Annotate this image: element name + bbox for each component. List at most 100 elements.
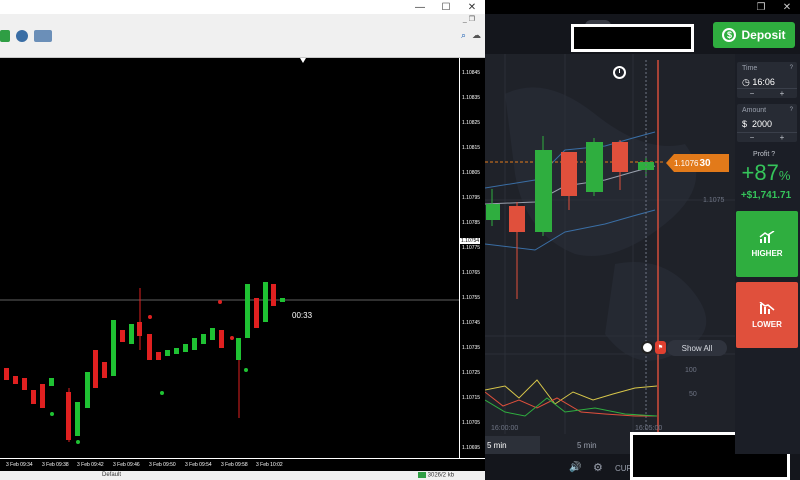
- time-label: Time: [742, 65, 758, 72]
- oscillator-line-yellow: [485, 379, 658, 405]
- cloud-icon[interactable]: ☁: [472, 30, 481, 41]
- timeframe-option-selected[interactable]: 5 min: [485, 436, 540, 454]
- restore-icon[interactable]: ❐: [748, 0, 774, 14]
- mt-title-bar: — ☐ ✕: [0, 0, 485, 14]
- mt-candle-chart[interactable]: 00:33: [0, 58, 459, 458]
- timeframe-1-label: 5 min: [487, 440, 507, 450]
- chart-canvas: 1.1075 100 50 16:00:00 16:05:00: [485, 54, 735, 434]
- amount-box[interactable]: Amount ? $ 2000 − +: [737, 104, 797, 142]
- price-tick: 1.10815: [462, 145, 481, 151]
- axis-price-label: 1.1075: [703, 197, 725, 204]
- timeframe-option[interactable]: 5 min: [577, 436, 617, 454]
- higher-label: HIGHER: [751, 249, 783, 258]
- mt-inner-controls: _ ❐: [463, 15, 475, 23]
- osc-level-50: 50: [689, 391, 697, 398]
- higher-button[interactable]: HIGHER: [736, 211, 798, 277]
- show-all-label: Show All: [681, 343, 713, 353]
- candle: [586, 142, 603, 192]
- mt-time-axis: 3 Feb 09:34 3 Feb 09:38 3 Feb 09:42 3 Fe…: [0, 458, 485, 471]
- price-flag-prefix: 1.1076: [674, 158, 699, 168]
- price-tick: 1.10755: [462, 295, 481, 301]
- profit-percent-sign: %: [778, 168, 791, 183]
- close-icon[interactable]: ✕: [774, 0, 800, 14]
- oscillator-line-red: [485, 391, 657, 417]
- current-price-flag: 1.1076 30: [666, 154, 729, 172]
- time-tick: 3 Feb 09:42: [77, 462, 104, 468]
- price-tick: 1.10715: [462, 395, 481, 401]
- time-value-text: 16:06: [752, 77, 775, 87]
- deposit-button[interactable]: $ Deposit: [713, 22, 795, 48]
- finish-flag-icon: ⚑: [655, 341, 666, 354]
- mt-toolbar: _ ❐ ⌕ ☁: [0, 14, 485, 58]
- search-icon[interactable]: ⌕: [461, 30, 466, 41]
- candle: [612, 142, 628, 172]
- time-tick: 3 Feb 09:54: [185, 462, 212, 468]
- screen: ❐ ✕ $ Deposit 1.1075 100 50 16:00:00 16:…: [0, 0, 800, 480]
- price-tick: 1.10745: [462, 320, 481, 326]
- browser-window-controls: ❐ ✕: [748, 0, 800, 14]
- trade-panel: Time ? ◷ 16:06 − + Amount ? $ 2000 − + P…: [735, 54, 800, 454]
- stopwatch-icon: [613, 66, 626, 79]
- status-traffic: 3026/2 kb: [418, 472, 454, 479]
- price-tick: 1.10805: [462, 170, 481, 176]
- time-plus-button[interactable]: +: [767, 89, 797, 98]
- help-icon[interactable]: ?: [790, 65, 793, 71]
- oscillator-line-green: [485, 397, 658, 417]
- status-traffic-text: 3026/2 kb: [427, 472, 455, 479]
- time-minus-button[interactable]: −: [737, 89, 767, 98]
- mt-status-bar: Default 3026/2 kb: [0, 471, 485, 480]
- browser-title-bar: ❐ ✕: [485, 0, 800, 14]
- time-tick: 16:05:00: [635, 425, 662, 432]
- profit-percent: +87%: [735, 160, 797, 186]
- mt-candles: [4, 282, 285, 444]
- help-icon[interactable]: ?: [771, 151, 775, 158]
- dollar-icon: $: [722, 28, 737, 42]
- price-tick: 1.10695: [462, 445, 481, 451]
- profit-amount: +$1,741.71: [740, 190, 792, 201]
- show-all-button[interactable]: Show All: [667, 340, 727, 356]
- mt-price-scale: 1.10845 1.10835 1.10825 1.10815 1.10805 …: [459, 58, 485, 458]
- deposit-label: Deposit: [741, 28, 786, 42]
- time-tick: 3 Feb 09:58: [221, 462, 248, 468]
- time-tick: 3 Feb 09:46: [113, 462, 140, 468]
- price-tick: 1.10845: [462, 70, 481, 76]
- amount-minus-button[interactable]: −: [737, 133, 767, 142]
- bar-countdown: 00:33: [292, 311, 313, 320]
- chart-shift-marker: [300, 58, 306, 63]
- help-icon[interactable]: ?: [790, 107, 793, 113]
- profit-label: Profit ?: [753, 151, 776, 158]
- new-order-icon[interactable]: [0, 30, 10, 42]
- inner-minimize-icon[interactable]: _: [463, 16, 467, 23]
- stopwatch-marker-icon: [641, 341, 654, 354]
- time-tick: 3 Feb 09:34: [6, 462, 33, 468]
- price-tick: 1.10765: [462, 270, 481, 276]
- price-flag-bold: 30: [699, 157, 711, 169]
- redacted-box: [571, 24, 694, 52]
- candle: [509, 206, 525, 232]
- time-box[interactable]: Time ? ◷ 16:06 − +: [737, 62, 797, 98]
- amount-stepper: − +: [737, 132, 797, 142]
- price-tick: 1.10735: [462, 345, 481, 351]
- amount-value-text: 2000: [752, 119, 773, 129]
- lower-button[interactable]: LOWER: [736, 282, 798, 348]
- time-tick: 3 Feb 09:38: [42, 462, 69, 468]
- amount-plus-button[interactable]: +: [767, 133, 797, 142]
- minimize-icon[interactable]: —: [407, 0, 433, 14]
- price-chart[interactable]: 1.1075 100 50 16:00:00 16:05:00 1.1076 3…: [485, 54, 735, 454]
- gear-icon[interactable]: ⚙: [593, 461, 603, 474]
- amount-currency: $: [742, 119, 748, 129]
- time-stepper: − +: [737, 88, 797, 98]
- price-tick: 1.10835: [462, 95, 481, 101]
- osc-level-100: 100: [685, 367, 697, 374]
- maximize-icon[interactable]: ☐: [433, 0, 459, 14]
- app-header: $ Deposit: [485, 14, 800, 54]
- candle: [535, 150, 552, 232]
- mt-toolbar-right: ⌕ ☁: [461, 30, 481, 41]
- inner-restore-icon[interactable]: ❐: [469, 16, 475, 23]
- volume-icon[interactable]: 🔊: [569, 462, 581, 473]
- navigator-icon[interactable]: [16, 30, 28, 42]
- price-tick: 1.10705: [462, 420, 481, 426]
- profit-percent-value: +87: [741, 160, 779, 185]
- close-icon[interactable]: ✕: [459, 0, 485, 14]
- template-icon[interactable]: [34, 30, 52, 42]
